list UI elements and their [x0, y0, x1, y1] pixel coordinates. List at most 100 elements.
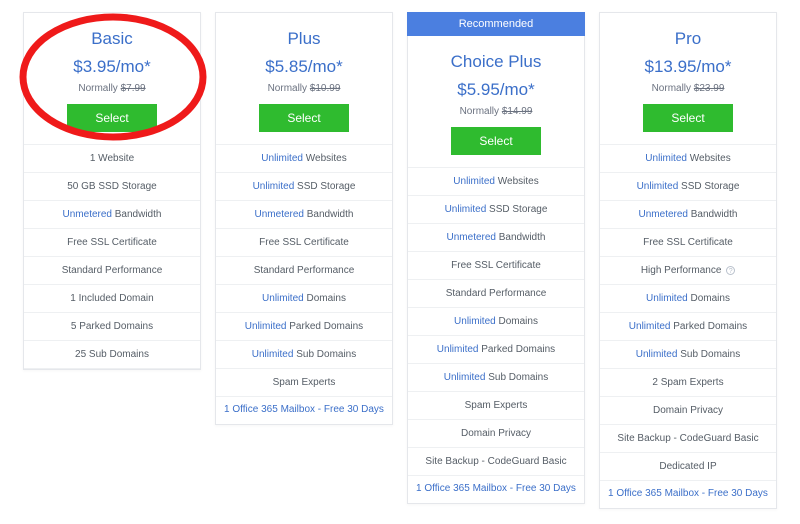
normally-value: $23.99 — [694, 83, 725, 94]
feature-text: SSD Storage — [486, 204, 547, 215]
select-button[interactable]: Select — [643, 104, 732, 132]
feature-item: Unlimited Domains — [408, 308, 584, 336]
recommended-badge: Recommended — [407, 12, 585, 36]
feature-item: Standard Performance — [24, 257, 200, 285]
feature-keyword: Unmetered — [639, 209, 688, 220]
feature-list: Unlimited WebsitesUnlimited SSD StorageU… — [216, 144, 392, 397]
feature-text: Sub Domains — [485, 372, 548, 383]
normally-value: $7.99 — [121, 83, 146, 94]
feature-item: Unlimited Parked Domains — [600, 313, 776, 341]
feature-item: 5 Parked Domains — [24, 313, 200, 341]
feature-item: Unlimited Domains — [600, 285, 776, 313]
feature-text: 25 Sub Domains — [75, 349, 149, 360]
feature-text: Standard Performance — [446, 288, 547, 299]
feature-item: Unlimited Websites — [600, 145, 776, 173]
feature-keyword: Unlimited — [646, 293, 688, 304]
plan-card-choice-plus: Recommended Choice Plus $5.95/mo* Normally … — [407, 12, 585, 504]
normally-value: $14.99 — [502, 106, 533, 117]
pricing-plans: Basic$3.95/mo*Normally $7.99Select1 Webs… — [16, 12, 784, 509]
feature-list: Unlimited Websites Unlimited SSD Storage U… — [408, 167, 584, 476]
feature-text: Bandwidth — [112, 209, 161, 220]
plan-normally: Normally $10.99 — [224, 83, 384, 94]
feature-item: Site Backup - CodeGuard Basic — [408, 448, 584, 476]
feature-text: Spam Experts — [273, 377, 336, 388]
feature-item: Unlimited SSD Storage — [600, 173, 776, 201]
feature-text: Free SSL Certificate — [451, 260, 541, 271]
feature-text: Websites — [495, 176, 539, 187]
feature-item: Unlimited Websites — [408, 168, 584, 196]
plan-normally: Normally $23.99 — [608, 83, 768, 94]
plan-name: Plus — [224, 29, 384, 49]
plan-normally: Normally $14.99 — [416, 106, 576, 117]
plan-card-plus: Plus$5.85/mo*Normally $10.99SelectUnlimi… — [215, 12, 393, 425]
feature-text: 1 Included Domain — [70, 293, 153, 304]
feature-item: Unmetered Bandwidth — [24, 201, 200, 229]
feature-text: Sub Domains — [293, 349, 356, 360]
feature-item: 1 Included Domain — [24, 285, 200, 313]
feature-item: 50 GB SSD Storage — [24, 173, 200, 201]
feature-item: Unmetered Bandwidth — [408, 224, 584, 252]
plan-header: Plus$5.85/mo*Normally $10.99Select — [216, 13, 392, 144]
normally-value: $10.99 — [310, 83, 341, 94]
feature-item: Free SSL Certificate — [216, 229, 392, 257]
feature-text: Bandwidth — [688, 209, 737, 220]
feature-item: Unlimited Parked Domains — [408, 336, 584, 364]
select-button[interactable]: Select — [259, 104, 348, 132]
feature-text: Standard Performance — [62, 265, 163, 276]
feature-text: Parked Domains — [478, 344, 555, 355]
feature-keyword: Unlimited — [454, 316, 496, 327]
feature-item: Free SSL Certificate — [24, 229, 200, 257]
plan-name: Choice Plus — [416, 52, 576, 72]
plan-card-basic: Basic$3.95/mo*Normally $7.99Select1 Webs… — [23, 12, 201, 370]
feature-text: Domains — [304, 293, 346, 304]
plan-card-pro: Pro $13.95/mo* Normally $23.99 Select Unlimi… — [599, 12, 777, 509]
feature-text: 2 Spam Experts — [652, 377, 723, 388]
feature-item: Standard Performance — [408, 280, 584, 308]
feature-keyword: Unlimited — [261, 153, 303, 164]
feature-item: Unlimited Sub Domains — [600, 341, 776, 369]
feature-keyword: Unlimited — [629, 321, 671, 332]
normally-label: Normally — [268, 83, 310, 94]
feature-item: 1 Website — [24, 145, 200, 173]
plan-price: $3.95/mo* — [32, 57, 192, 77]
feature-keyword: Unmetered — [447, 232, 496, 243]
feature-text: 1 Website — [90, 153, 134, 164]
feature-item: 25 Sub Domains — [24, 341, 200, 369]
feature-keyword: Unlimited — [636, 349, 678, 360]
plan-header: Pro $13.95/mo* Normally $23.99 Select — [600, 13, 776, 144]
feature-list: 1 Website 50 GB SSD Storage Unmetered Band… — [24, 144, 200, 369]
feature-text: Sub Domains — [677, 349, 740, 360]
feature-list: Unlimited WebsitesUnlimited SSD StorageU… — [600, 144, 776, 481]
feature-keyword: Unlimited — [262, 293, 304, 304]
feature-text: Domain Privacy — [461, 428, 531, 439]
feature-text: 50 GB SSD Storage — [67, 181, 157, 192]
feature-text: Parked Domains — [670, 321, 747, 332]
plan-price: $13.95/mo* — [608, 57, 768, 77]
feature-item: Site Backup - CodeGuard Basic — [600, 425, 776, 453]
feature-item: Domain Privacy — [408, 420, 584, 448]
feature-keyword: Unlimited — [245, 321, 287, 332]
feature-text: SSD Storage — [294, 181, 355, 192]
feature-keyword: Unlimited — [637, 181, 679, 192]
feature-item: Spam Experts — [216, 369, 392, 397]
feature-item: Free SSL Certificate — [600, 229, 776, 257]
feature-text: Free SSL Certificate — [259, 237, 349, 248]
feature-item: Unlimited Domains — [216, 285, 392, 313]
office-365-line: 1 Office 365 Mailbox - Free 30 Days — [216, 397, 392, 424]
feature-item: Unlimited Websites — [216, 145, 392, 173]
feature-text: Site Backup - CodeGuard Basic — [425, 456, 566, 467]
feature-keyword: Unmetered — [63, 209, 112, 220]
select-button[interactable]: Select — [67, 104, 156, 132]
plan-name: Pro — [608, 29, 768, 49]
feature-keyword: Unmetered — [255, 209, 304, 220]
select-button[interactable]: Select — [451, 127, 540, 155]
feature-item: Unmetered Bandwidth — [600, 201, 776, 229]
feature-text: Domain Privacy — [653, 405, 723, 416]
feature-text: Free SSL Certificate — [67, 237, 157, 248]
plan-price: $5.95/mo* — [416, 80, 576, 100]
info-icon[interactable]: ? — [726, 266, 735, 275]
feature-text: Free SSL Certificate — [643, 237, 733, 248]
feature-item: Spam Experts — [408, 392, 584, 420]
plan-header: Basic$3.95/mo*Normally $7.99Select — [24, 13, 200, 144]
feature-item: Unmetered Bandwidth — [216, 201, 392, 229]
